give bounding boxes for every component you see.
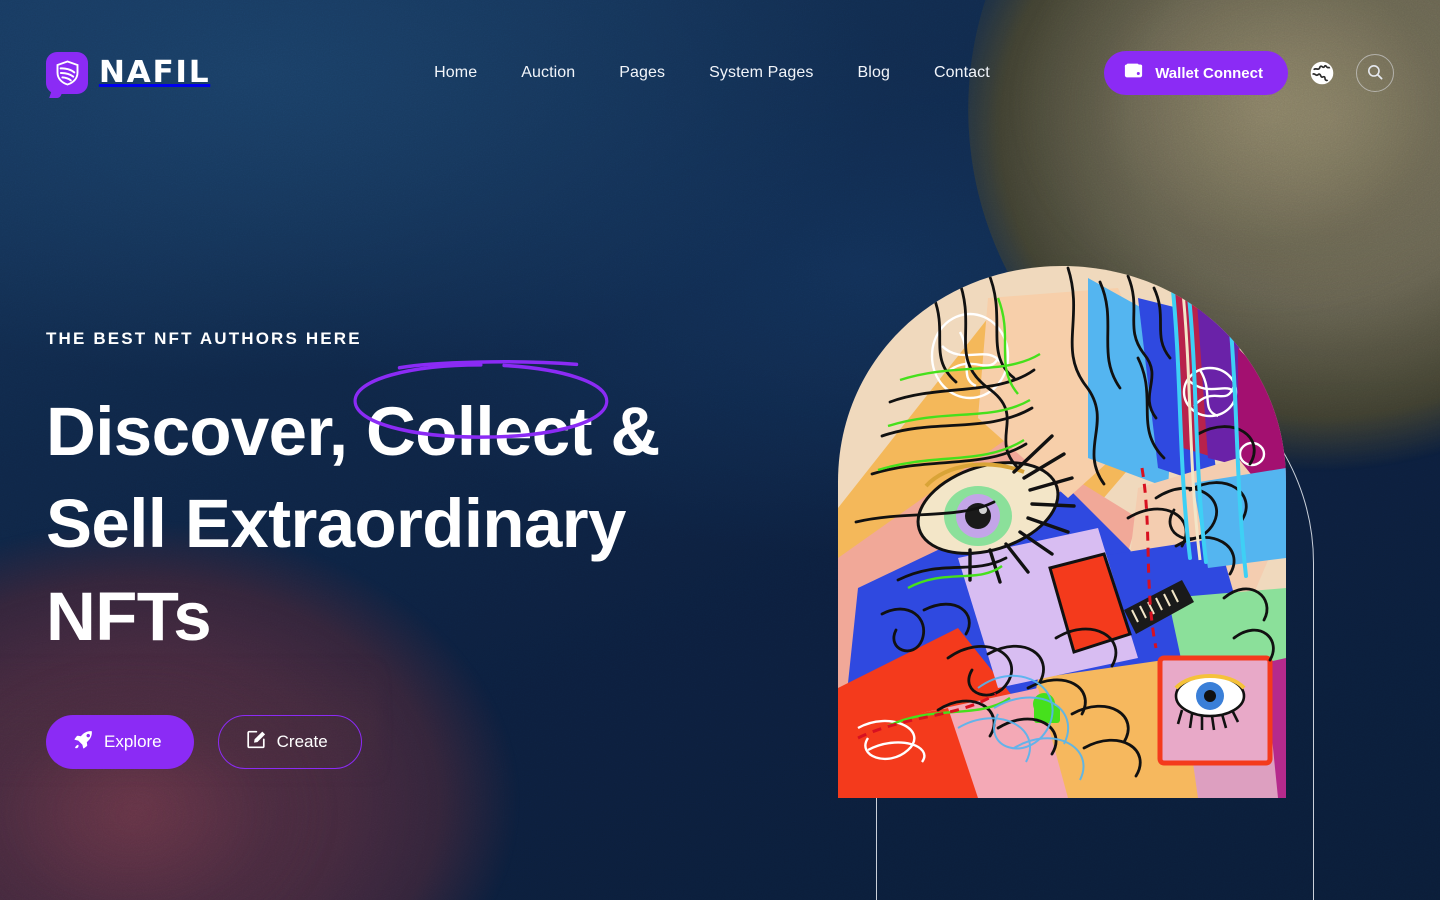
hero-cta-row: Explore Create [46,715,766,770]
headline-highlight-wrap: Collect [353,360,609,478]
nav-item-blog[interactable]: Blog [858,64,890,82]
site-header: NAFIL Home Auction Pages System Pages Bl… [0,0,1440,146]
brand-logo[interactable]: NAFIL [46,52,211,94]
hero-headline: Discover, Collect & Sell Extraordinary N… [46,360,766,663]
wallet-icon [1124,63,1143,83]
brand-name: NAFIL [98,55,211,90]
explore-button[interactable]: Explore [46,715,194,770]
main-navigation: Home Auction Pages System Pages Blog Con… [434,64,990,82]
nav-item-home[interactable]: Home [434,64,477,82]
create-button-label: Create [276,732,328,752]
wallet-connect-button[interactable]: Wallet Connect [1104,51,1288,95]
nav-item-system-pages[interactable]: System Pages [709,64,813,82]
headline-highlight-text: Collect [366,393,592,470]
headline-line-3: NFTs [46,577,212,655]
hero-copy: THE BEST NFT AUTHORS HERE Discover, Coll… [46,329,766,770]
header-actions: Wallet Connect [1104,51,1394,95]
artwork-image [838,258,1286,798]
explore-button-label: Explore [104,732,162,752]
nav-item-auction[interactable]: Auction [521,64,575,82]
headline-suffix: & [591,393,660,470]
shield-icon [46,52,88,94]
search-button[interactable] [1356,54,1394,92]
wallet-connect-label: Wallet Connect [1155,64,1263,82]
edit-square-icon [246,730,266,754]
headline-line-2: Sell Extraordinary [46,485,626,563]
headline-line-1: Discover, Collect & [46,360,766,478]
rocket-icon [74,730,93,754]
nav-item-contact[interactable]: Contact [934,64,990,82]
headline-prefix: Discover, [46,393,367,470]
globe-icon[interactable] [1310,61,1334,85]
nav-item-pages[interactable]: Pages [619,64,665,82]
create-button[interactable]: Create [217,715,362,770]
search-icon [1367,64,1383,83]
hero-artwork [838,258,1328,900]
hero-eyebrow: THE BEST NFT AUTHORS HERE [46,329,362,348]
